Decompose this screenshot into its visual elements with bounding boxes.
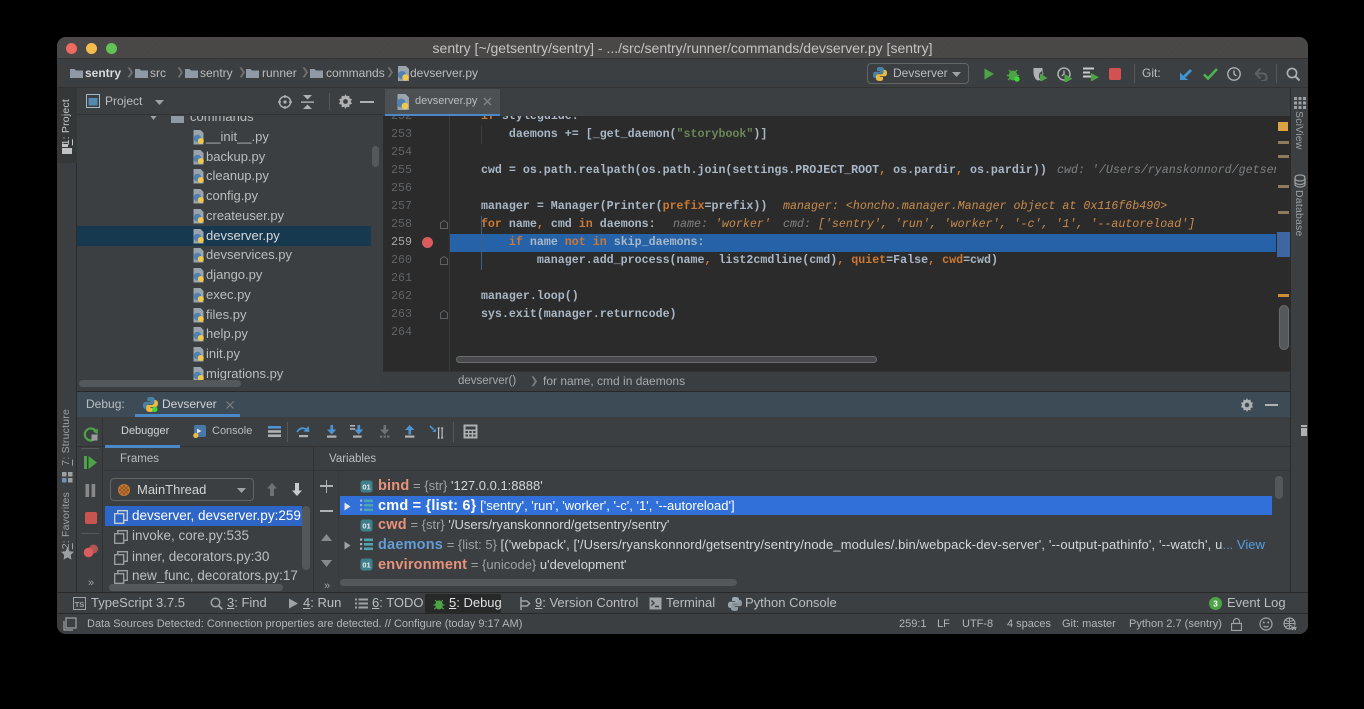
svg-text:3: 3 xyxy=(1213,599,1218,609)
svg-text:01: 01 xyxy=(362,521,370,530)
svg-text:01: 01 xyxy=(362,561,370,570)
svg-text:TS: TS xyxy=(75,600,85,609)
svg-text:01: 01 xyxy=(362,482,370,491)
